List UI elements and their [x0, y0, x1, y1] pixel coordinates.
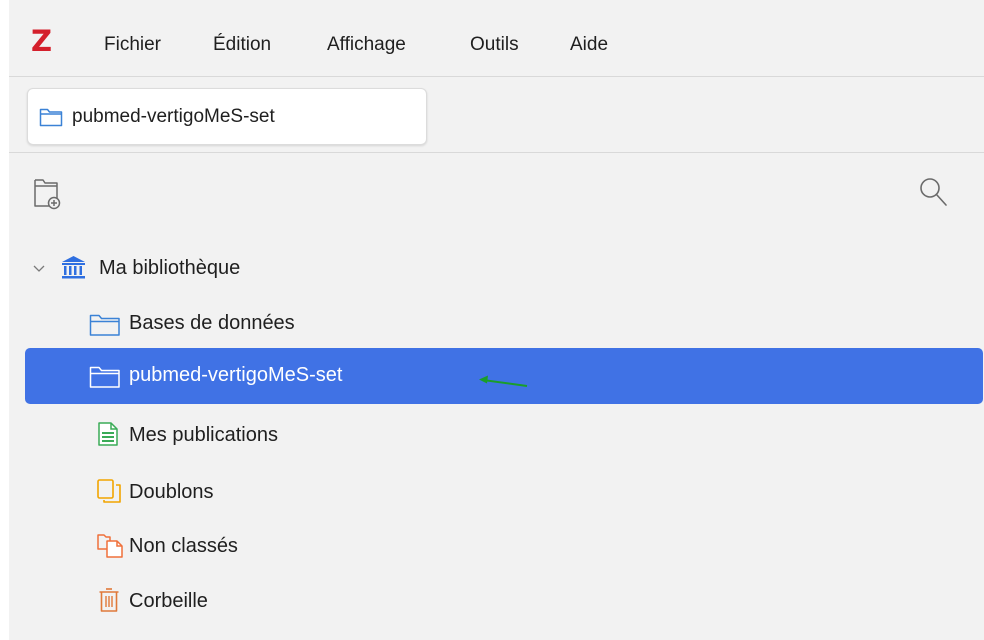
- folder-icon: [89, 366, 120, 388]
- tree-row-collection[interactable]: Bases de données: [25, 306, 983, 341]
- tree-row-library[interactable]: Ma bibliothèque: [25, 251, 983, 286]
- tree-row-my-publications[interactable]: Mes publications: [25, 418, 983, 453]
- library-tab[interactable]: pubmed-vertigoMeS-set: [27, 88, 427, 145]
- folder-icon: [89, 314, 120, 336]
- search-icon[interactable]: [918, 176, 948, 208]
- trash-icon: [99, 588, 119, 612]
- tab-label: pubmed-vertigoMeS-set: [72, 106, 275, 127]
- publications-icon: [98, 422, 118, 446]
- menu-bar: Z Fichier Édition Affichage Outils Aide: [9, 0, 984, 76]
- my-publications-label: Mes publications: [129, 424, 278, 446]
- zotero-logo[interactable]: Z: [31, 26, 52, 56]
- unfiled-label: Non classés: [129, 535, 238, 557]
- library-label: Ma bibliothèque: [99, 257, 241, 279]
- menu-aide[interactable]: Aide: [570, 34, 608, 56]
- collection-label: pubmed-vertigoMeS-set: [129, 364, 343, 386]
- collection-label: Bases de données: [129, 312, 295, 334]
- library-icon: [62, 256, 85, 279]
- annotation-arrow-icon: [479, 375, 528, 387]
- new-collection-icon[interactable]: [33, 176, 61, 210]
- menu-fichier[interactable]: Fichier: [104, 34, 161, 56]
- tree-row-unfiled[interactable]: Non classés: [25, 529, 983, 564]
- duplicates-label: Doublons: [129, 481, 214, 503]
- chevron-down-icon[interactable]: [33, 264, 45, 274]
- zotero-window: Z Fichier Édition Affichage Outils Aide …: [9, 0, 984, 640]
- trash-label: Corbeille: [129, 590, 208, 612]
- menu-outils[interactable]: Outils: [470, 34, 519, 56]
- unfiled-icon: [97, 534, 123, 558]
- divider: [9, 152, 984, 153]
- divider: [9, 76, 984, 77]
- folder-icon: [39, 108, 63, 127]
- menu-affichage[interactable]: Affichage: [327, 34, 406, 56]
- tree-row-trash[interactable]: Corbeille: [25, 584, 983, 619]
- menu-edition[interactable]: Édition: [213, 34, 271, 56]
- duplicates-icon: [97, 479, 121, 503]
- tree-row-duplicates[interactable]: Doublons: [25, 475, 983, 510]
